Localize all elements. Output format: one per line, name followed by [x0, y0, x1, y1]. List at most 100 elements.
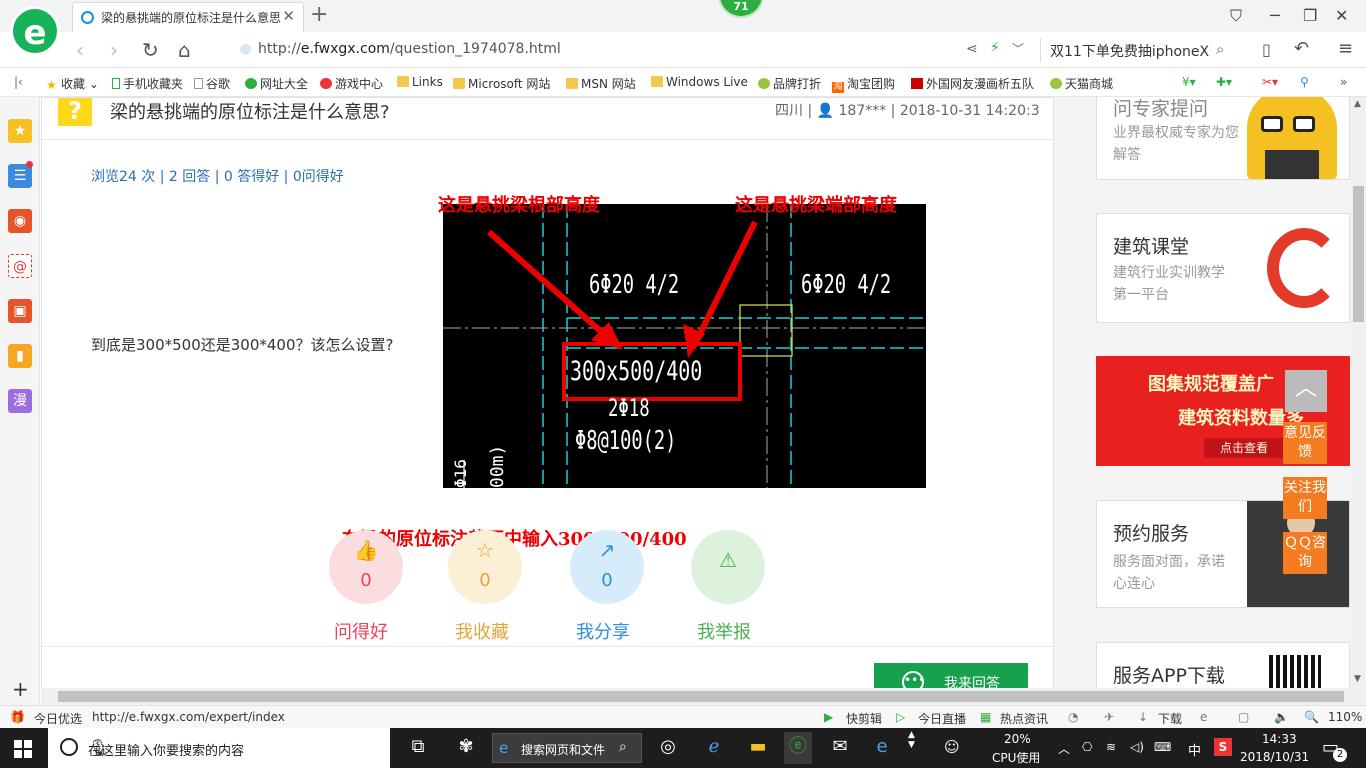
share-button[interactable]: ↗ 0 [570, 530, 644, 604]
browser-logo-icon[interactable]: e [10, 6, 60, 56]
bookmark-nav[interactable]: 网址大全 [245, 75, 308, 92]
collect-label[interactable]: 我收藏 [455, 618, 509, 644]
back-icon[interactable]: ‹ [76, 38, 84, 62]
hot-news[interactable]: 热点资讯 [1000, 710, 1048, 727]
refresh-icon[interactable]: ↻ [142, 38, 159, 62]
people-icon[interactable]: ☺ [944, 738, 960, 756]
share-label[interactable]: 我分享 [576, 618, 630, 644]
share-icon[interactable]: ⋖ [966, 41, 978, 57]
favorites-star-icon[interactable]: ★ [8, 119, 32, 143]
search-icon[interactable]: ⌕ [1216, 40, 1224, 58]
phone-icon[interactable]: ▯ [1262, 40, 1271, 59]
bookmark-comics[interactable]: 外国网友漫画析五队 [911, 75, 1034, 92]
bookmark-brand[interactable]: 品牌打折 [758, 75, 821, 92]
close-window-button[interactable]: ✕ [1335, 6, 1348, 25]
keyboard-icon[interactable]: ⌨ [1154, 740, 1171, 754]
today-picks[interactable]: 今日优选 [34, 710, 82, 727]
tab-close-icon[interactable]: ✕ [282, 7, 295, 25]
sogou-icon[interactable]: S [1214, 738, 1232, 756]
cpu-percent[interactable]: 20% [1004, 732, 1031, 746]
ime-indicator[interactable]: 中 [1188, 740, 1201, 759]
window-icon[interactable]: ▢ [1238, 710, 1249, 724]
novel-icon[interactable]: ▮ [8, 344, 32, 368]
bookmark-microsoft[interactable]: Microsoft 网站 [453, 75, 550, 92]
yen-icon[interactable]: ¥▾ [1182, 75, 1196, 89]
taskbar-browser-search[interactable]: e 搜索网页和文件 ⌕ [492, 733, 642, 763]
search-box[interactable]: 双11下单免费抽iphoneX [1040, 38, 1240, 62]
like-label[interactable]: 问得好 [334, 618, 388, 644]
back-to-top-icon[interactable]: ︿ [1285, 370, 1327, 412]
task-view-icon[interactable]: ⧉ [404, 736, 432, 757]
zoom-level[interactable]: 110% [1328, 710, 1362, 724]
menu-icon[interactable]: ≡ [1338, 38, 1353, 59]
scroll-down-icon[interactable]: ▼ [1354, 674, 1361, 684]
file-explorer-icon[interactable]: ▬ [744, 736, 772, 757]
clock-app-icon[interactable]: ◎ [654, 736, 682, 757]
clock-time[interactable]: 14:33 [1262, 732, 1297, 746]
undo-icon[interactable]: ↶ [1294, 38, 1309, 59]
volume-tray-icon[interactable]: ◁) [1130, 740, 1144, 754]
add-sidebar-icon[interactable]: + [12, 677, 29, 701]
home-icon[interactable]: ⌂ [178, 38, 191, 62]
windows-start-icon[interactable] [14, 740, 32, 758]
scissors-icon[interactable]: ✂▾ [1262, 75, 1278, 89]
bookmark-favorites[interactable]: ★ 收藏 ⌄ [46, 75, 99, 92]
email-icon[interactable]: @ [8, 254, 32, 278]
windows-search-box[interactable]: 在这里输入你要搜索的内容 🎙 [48, 728, 390, 768]
feedback-button[interactable]: 意见反馈 [1283, 422, 1327, 464]
tray-app-icon[interactable]: ⎔ [1082, 740, 1092, 754]
banner-view-button[interactable]: 点击查看 [1204, 438, 1284, 458]
course-card[interactable]: 建筑课堂 建筑行业实训教学第一平台 [1096, 213, 1350, 323]
weibo-icon[interactable]: ◉ [8, 209, 32, 233]
addon-icon[interactable]: ✚▾ [1216, 75, 1232, 89]
wifi-icon[interactable]: ≋ [1106, 740, 1116, 754]
gift-icon[interactable]: 🎁 [10, 710, 25, 724]
microphone-icon[interactable]: 🎙 [88, 738, 380, 757]
vertical-scroll-thumb[interactable] [1353, 186, 1364, 322]
report-button[interactable]: ⚠ [691, 530, 765, 604]
bookmark-taobao[interactable]: 淘淘宝团购 [832, 75, 895, 93]
new-tab-button[interactable]: + [310, 2, 328, 27]
mail-icon[interactable]: ✉ [826, 736, 854, 757]
restore-button[interactable]: ❐ [1303, 6, 1317, 25]
horizontal-scroll-thumb[interactable] [58, 691, 1344, 702]
like-button[interactable]: 👍 0 [329, 530, 403, 604]
forward-icon[interactable]: › [110, 38, 118, 62]
magnifier-icon[interactable]: ⚲ [1300, 75, 1309, 89]
report-label[interactable]: 我举报 [697, 618, 751, 644]
expert-card[interactable]: 问专家提问 业界最权威专家为您解答 [1096, 97, 1350, 180]
bookmark-games[interactable]: 游戏中心 [320, 75, 383, 92]
pin-icon[interactable]: ✈ [1104, 710, 1114, 724]
bookmark-mobile[interactable]: 手机收藏夹 [112, 75, 183, 92]
clock-date[interactable]: 2018/10/31 [1240, 750, 1309, 764]
question-stats[interactable]: 浏览24 次 | 2 回答 | 0 答得好 | 0问得好 [91, 166, 344, 186]
more-icon[interactable]: » [1340, 75, 1347, 89]
dropdown-icon[interactable]: ﹀ [1012, 40, 1024, 57]
address-bar[interactable]: http://e.fwxgx.com/question_1974078.html [236, 38, 1036, 62]
browser-360-icon[interactable]: ⓔ [784, 732, 812, 764]
sidebar-toggle-icon[interactable]: |‹ [14, 75, 23, 89]
bookmark-tmall[interactable]: 天猫商城 [1050, 75, 1113, 92]
edge-small-icon[interactable]: e [1200, 710, 1207, 724]
answer-button[interactable]: ••• 我来回答 [874, 663, 1028, 688]
tray-expand-icon[interactable]: ︿ [1058, 740, 1070, 757]
minimize-button[interactable]: ─ [1270, 6, 1280, 25]
game-icon[interactable]: ▣ [8, 299, 32, 323]
skin-icon[interactable]: ⛉ [1230, 6, 1242, 26]
bookmark-google[interactable]: 谷歌 [194, 75, 230, 92]
bookmark-windows-live[interactable]: Windows Live [651, 75, 748, 89]
lightning-icon[interactable]: ⚡ [990, 40, 1000, 56]
bookmark-links[interactable]: Links [397, 75, 443, 89]
downloads[interactable]: 下载 [1158, 710, 1182, 727]
app-card[interactable]: 服务APP下载 [1096, 642, 1350, 688]
fan-app-icon[interactable]: ✾ [452, 736, 480, 757]
volume-icon[interactable]: 🔈 [1274, 710, 1289, 724]
follow-button[interactable]: 关注我们 [1283, 477, 1327, 519]
tray-scroll-icon[interactable]: ▲ ▼ [908, 730, 915, 750]
ie-icon[interactable]: ℯ [700, 736, 728, 757]
edge-icon[interactable]: e [868, 736, 896, 757]
bookmark-msn[interactable]: MSN 网站 [566, 75, 636, 92]
collect-button[interactable]: ☆ 0 [448, 530, 522, 604]
scroll-up-icon[interactable]: ▲ [1354, 99, 1361, 109]
today-live[interactable]: 今日直播 [918, 710, 966, 727]
